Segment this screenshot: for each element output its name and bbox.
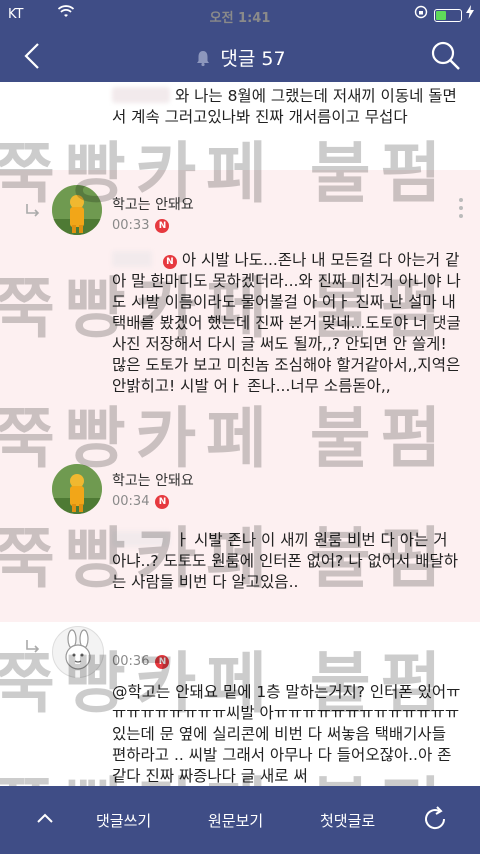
avatar[interactable]	[52, 626, 104, 678]
comment-time: 00:34 N	[112, 494, 170, 509]
first-comment-button[interactable]: 첫댓글로	[320, 810, 375, 831]
comment-item: 00:36 N @학고는 안돼요 밑에 1층 말하는거지? 인터폰 있어ㅠㅠㅠㅠㅠ…	[0, 622, 480, 786]
clock: 오전 1:41	[209, 11, 271, 26]
new-badge: N	[155, 219, 170, 233]
new-badge-inline: N	[162, 255, 177, 269]
reply-arrow-icon	[24, 202, 42, 220]
charging-icon	[466, 5, 474, 23]
comment-list: 와 나는 8월에 그랬는데 저새끼 이동네 돌면서 계속 그러고있나봐 진짜 개…	[0, 82, 480, 786]
comment-text: ㅏ 시발 존나 이 새끼 원룸 비번 다 아는 거 아냐..? 도토도 원룸에 …	[112, 531, 458, 591]
reply-arrow-icon	[24, 638, 42, 656]
battery-icon	[434, 9, 462, 22]
redacted-text	[112, 251, 152, 267]
avatar[interactable]	[52, 464, 102, 514]
redacted-text	[112, 531, 170, 547]
comment-count-title: 댓글 57	[220, 48, 286, 70]
write-comment-button[interactable]: 댓글쓰기	[96, 810, 151, 831]
comment-item: 학고는 안돼요 00:34 N ㅏ 시발 존나 이 새끼 원룸 비번 다 아는 거…	[0, 452, 480, 622]
avatar[interactable]	[52, 185, 102, 235]
comment-text: @학고는 안돼요 밑에 1층 말하는거지? 인터폰 있어ㅠㅠㅠㅠㅠㅠㅠㅠㅠ씨발 …	[112, 683, 461, 785]
comment-time: 00:33 N	[112, 218, 170, 233]
new-badge: N	[155, 655, 170, 669]
new-badge: N	[155, 495, 170, 509]
comment-time: 00:36 N	[112, 654, 170, 669]
comment-text: 와 나는 8월에 그랬는데 저새끼 이동네 돌면서 계속 그러고있나봐 진짜 개…	[112, 87, 457, 126]
more-options-icon[interactable]	[458, 198, 464, 222]
comment-author[interactable]: 학고는 안돼요	[112, 470, 194, 490]
bell-icon[interactable]	[194, 49, 212, 67]
page-title: 댓글 57	[0, 44, 480, 71]
comment-item: 학고는 안돼요 00:33 N N 아 시발 나도...존나 내 모든걸 다 아는…	[0, 170, 480, 452]
comment-author[interactable]: 학고는 안돼요	[112, 194, 194, 214]
refresh-icon[interactable]	[420, 804, 450, 834]
comment-item: 와 나는 8월에 그랬는데 저새끼 이동네 돌면서 계속 그러고있나봐 진짜 개…	[0, 82, 480, 170]
rotation-lock-icon	[414, 5, 428, 23]
search-icon[interactable]	[428, 38, 464, 74]
mention[interactable]: @학고는 안돼요	[112, 683, 218, 701]
redacted-text	[112, 87, 170, 103]
bottom-bar: 댓글쓰기 원문보기 첫댓글로	[0, 786, 480, 854]
view-original-button[interactable]: 원문보기	[208, 810, 263, 831]
comment-text: N 아 시발 나도...존나 내 모든걸 다 아는거 같아 말 한마디도 못하겠…	[112, 251, 461, 395]
up-arrow-icon[interactable]	[34, 808, 56, 830]
nav-bar: 댓글 57	[0, 30, 480, 82]
status-bar: KT 오전 1:41	[0, 0, 480, 30]
